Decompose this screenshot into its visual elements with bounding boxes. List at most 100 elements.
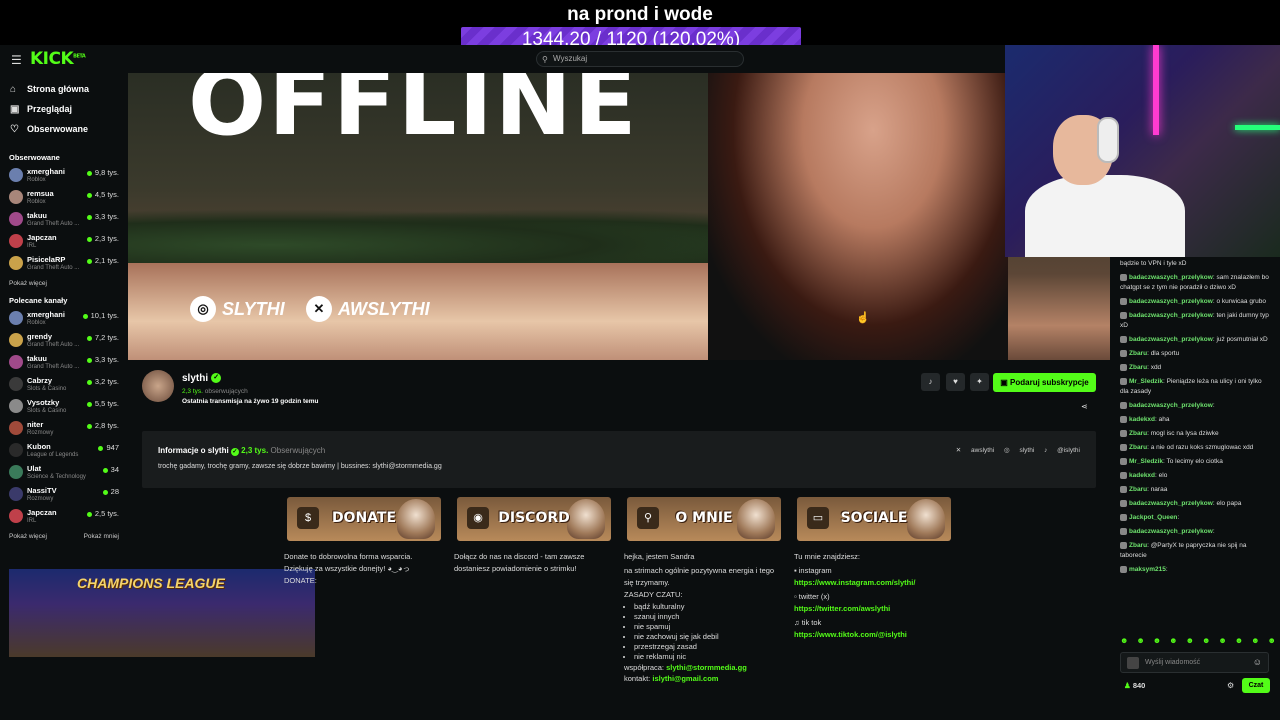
donate-panel-text: Donate to dobrowolna forma wsparcia. Dzi… — [284, 552, 413, 585]
sidebar-channel[interactable]: NassiTV Rozmowy 28 — [0, 483, 128, 505]
recommended-show-more[interactable]: Pokaż więcej — [9, 533, 47, 540]
nav-item-1[interactable]: ▣ Przeglądaj — [0, 99, 128, 119]
chat-username[interactable]: badaczwaszych_przelykow — [1129, 500, 1213, 507]
sidebar-channel[interactable]: Vysotzky Slots & Casino 5,5 tys. — [0, 395, 128, 417]
headphones-icon — [1097, 117, 1119, 163]
gear-icon[interactable]: ⚙ — [1227, 681, 1234, 690]
chat-username[interactable]: badaczwaszych_przelykow — [1129, 402, 1213, 409]
avatar — [9, 465, 23, 479]
sidebar-channel[interactable]: Cabrzy Slots & Casino 3,2 tys. — [0, 373, 128, 395]
collab-email-link[interactable]: slythi@stormmedia.gg — [666, 663, 747, 672]
chat-username[interactable]: Zbaru — [1129, 542, 1147, 549]
sidebar-channel[interactable]: Japczan IRL 2,3 tys. — [0, 230, 128, 252]
sidebar-channel[interactable]: grendy Grand Theft Auto ... 7,2 tys. — [0, 329, 128, 351]
chat-panel: bądzie to VPN i tyle xD badaczwaszych_prz… — [1110, 257, 1280, 700]
kick-logo[interactable]: KICKBETA — [30, 49, 86, 69]
chat-username[interactable]: Zbaru — [1129, 430, 1147, 437]
send-chat-button[interactable]: Czat — [1242, 678, 1270, 693]
chat-username[interactable]: Zbaru — [1129, 364, 1147, 371]
chat-username[interactable]: Jackpot_Queen — [1129, 514, 1177, 521]
follow-heart-button[interactable]: ♥ — [946, 373, 965, 391]
user-badge-icon — [1120, 415, 1127, 423]
viewer-count-value: 34 — [110, 465, 119, 474]
channel-category: Grand Theft Auto ... — [27, 265, 80, 271]
emote-icon[interactable]: ☻ — [1202, 636, 1210, 645]
search-input[interactable]: ⚲ Wyszukaj — [536, 51, 744, 67]
chat-username[interactable]: Zbaru — [1129, 444, 1147, 451]
chat-username[interactable]: badaczwaszych_przelykow — [1129, 274, 1213, 281]
emote-icon[interactable]: ☻ — [1235, 636, 1243, 645]
emote-icon[interactable]: ☻ — [1186, 636, 1194, 645]
emote-icon[interactable]: ☻ — [1251, 636, 1259, 645]
sidebar-channel[interactable]: takuu Grand Theft Auto ... 3,3 tys. — [0, 351, 128, 373]
live-dot-icon — [102, 467, 108, 473]
emoji-icon[interactable]: ☺ — [1253, 653, 1262, 672]
menu-icon[interactable]: ☰ — [11, 53, 22, 67]
more-options-button[interactable]: ✦ — [970, 373, 989, 391]
channel-avatar[interactable] — [142, 370, 174, 402]
nav-item-2[interactable]: ♡ Obserwowane — [0, 119, 128, 139]
about-link-tiktok[interactable]: ♪ @islythi — [1044, 447, 1080, 454]
viewer-count-value: 3,2 tys. — [94, 377, 119, 386]
channel-category: Roblox — [27, 199, 46, 205]
chat-message: Zbaru: mogl isc na lysa dziwke — [1110, 427, 1280, 441]
followed-show-more[interactable]: Pokaż więcej — [0, 280, 128, 292]
avatar — [9, 311, 23, 325]
tiktok-link[interactable]: https://www.tiktok.com/@islythi — [794, 629, 964, 641]
notification-bell-button[interactable]: ♪ — [921, 373, 940, 391]
nav-item-0[interactable]: ⌂ Strona główna — [0, 79, 128, 99]
sidebar-channel[interactable]: Ulat Science & Technology 34 — [0, 461, 128, 483]
share-icon[interactable]: ⋖ — [1081, 402, 1088, 411]
sidebar-channel[interactable]: niter Rozmowy 2,8 tys. — [0, 417, 128, 439]
emote-icon[interactable]: ☻ — [1136, 636, 1144, 645]
emote-icon[interactable]: ☻ — [1153, 636, 1161, 645]
panel-label: O MNIE — [675, 510, 733, 526]
sidebar-channel[interactable]: xmerghani Roblox 9,8 tys. — [0, 164, 128, 186]
recommended-show-less[interactable]: Pokaż mniej — [84, 533, 119, 540]
twitter-link[interactable]: https://twitter.com/awslythi — [794, 603, 964, 615]
sidebar-channel[interactable]: remsua Roblox 4,5 tys. — [0, 186, 128, 208]
gift-sub-button[interactable]: ▣ Podaruj subskrypcje — [993, 373, 1096, 392]
sidebar-channel[interactable]: xmerghani Roblox 10,1 tys. — [0, 307, 128, 329]
chat-username[interactable]: badaczwaszych_przelykow — [1129, 336, 1213, 343]
chat-username[interactable]: badaczwaszych_przelykow — [1129, 312, 1213, 319]
emote-icon[interactable]: ☻ — [1120, 636, 1128, 645]
viewer-count: 2,5 tys. — [86, 509, 119, 518]
viewer-count-value: 28 — [110, 487, 119, 496]
chat-username[interactable]: Zbaru — [1129, 350, 1147, 357]
instagram-link[interactable]: https://www.instagram.com/slythi/ — [794, 577, 964, 589]
chat-message: bądzie to VPN i tyle xD — [1110, 257, 1280, 271]
chat-username[interactable]: Zbaru — [1129, 486, 1147, 493]
chat-username[interactable]: kadekxd — [1129, 472, 1155, 479]
viewer-count-value: 4,5 tys. — [94, 190, 119, 199]
emote-icon[interactable]: ☻ — [1268, 636, 1276, 645]
panel-o-mnie[interactable]: ⚲ O MNIE — [627, 497, 781, 541]
promo-champions-league[interactable]: CHAMPIONS LEAGUE — [9, 569, 315, 657]
panel-discord[interactable]: ◉ DISCORD — [457, 497, 611, 541]
chat-username[interactable]: maksym215 — [1129, 566, 1166, 573]
sidebar-channel[interactable]: PisicelaRP Grand Theft Auto ... 2,1 tys. — [0, 252, 128, 274]
channel-category: Grand Theft Auto ... — [27, 364, 80, 370]
sidebar-channel[interactable]: takuu Grand Theft Auto ... 3,3 tys. — [0, 208, 128, 230]
about-social-links: ✕ awslythi ◎ slythi ♪ @islythi — [948, 446, 1080, 454]
avatar — [9, 377, 23, 391]
panel-sociale[interactable]: ▭ SOCIALE — [797, 497, 951, 541]
about-link-instagram[interactable]: ◎ slythi — [1004, 447, 1034, 454]
emote-icon[interactable]: ☻ — [1169, 636, 1177, 645]
avatar — [9, 256, 23, 270]
channel-category: Science & Technology — [27, 474, 86, 480]
sidebar-channel[interactable]: Kubon League of Legends 947 — [0, 439, 128, 461]
chat-username[interactable]: kadekxd — [1129, 416, 1155, 423]
channel-name[interactable]: slythi — [182, 373, 208, 384]
contact-email-link[interactable]: islythi@gmail.com — [652, 674, 718, 683]
live-dot-icon — [86, 170, 92, 176]
chat-username[interactable]: Mr_Sledzik — [1129, 378, 1163, 385]
panel-donate[interactable]: $ DONATE — [287, 497, 441, 541]
chat-username[interactable]: badaczwaszych_przelykow — [1129, 298, 1213, 305]
chat-input[interactable]: Wyślij wiadomość ☺ — [1120, 652, 1269, 673]
about-link-twitter[interactable]: ✕ awslythi — [956, 447, 994, 454]
chat-username[interactable]: badaczwaszych_przelykow — [1129, 528, 1213, 535]
emote-icon[interactable]: ☻ — [1218, 636, 1226, 645]
sidebar-channel[interactable]: Japczan IRL 2,5 tys. — [0, 505, 128, 527]
chat-username[interactable]: Mr_Sledzik — [1129, 458, 1163, 465]
